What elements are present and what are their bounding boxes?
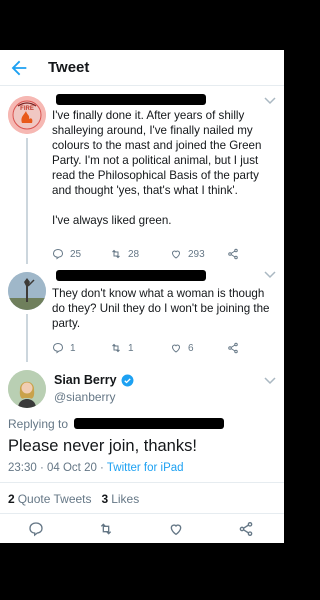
retweet-count: 28 [128, 248, 140, 260]
avatar[interactable] [8, 272, 46, 310]
display-name-text: Sian Berry [54, 373, 117, 387]
tweet-meta: 23:30 · 04 Oct 20 · Twitter for iPad [8, 462, 184, 474]
like-count: 293 [188, 248, 205, 260]
avatar-logo-text: FIRE [20, 106, 34, 112]
handle[interactable]: @sianberry [54, 390, 116, 404]
like-button[interactable]: 293 [170, 247, 205, 261]
reply-tweet[interactable]: They don't know what a woman is though d… [0, 266, 284, 362]
chevron-down-icon[interactable] [264, 376, 276, 386]
quote-label: Quote Tweets [17, 492, 92, 506]
share-button[interactable] [227, 247, 245, 261]
top-bar: Tweet [0, 50, 284, 86]
retweet-icon [112, 343, 120, 353]
quote-tweets-stat[interactable]: 2 Quote Tweets [8, 492, 92, 506]
like-count: 6 [188, 342, 194, 354]
tweet-text: I've finally done it. After years of shi… [52, 109, 262, 227]
reply-count: 1 [70, 342, 76, 354]
page-title: Tweet [48, 59, 90, 76]
retweet-count: 1 [128, 342, 134, 354]
share-icon[interactable] [238, 521, 254, 537]
chevron-down-icon[interactable] [264, 270, 276, 280]
thread-line [26, 314, 28, 362]
likes-stat[interactable]: 3 Likes [102, 492, 140, 506]
like-icon[interactable] [168, 521, 184, 537]
source-link[interactable]: Twitter for iPad [107, 462, 184, 474]
redacted-mention [74, 418, 224, 429]
redacted-username [56, 94, 206, 105]
share-icon [228, 342, 238, 354]
retweet-button[interactable]: 28 [110, 247, 139, 261]
like-button[interactable]: 6 [170, 341, 194, 355]
timestamp: 23:30 · 04 Oct 20 · [8, 462, 107, 474]
tweet-stats: 2 Quote Tweets 3 Likes [8, 492, 149, 506]
tweet-text: Please never join, thanks! [8, 437, 197, 455]
tweet-screen: Tweet FIRE I've finally done it. After y… [0, 50, 284, 543]
parent-tweet[interactable]: FIRE I've finally done it. After years o… [0, 94, 284, 264]
thread-line [26, 138, 28, 264]
retweet-icon [112, 249, 120, 259]
reply-icon [52, 248, 64, 260]
tweet-text: They don't know what a woman is though d… [52, 287, 270, 330]
replying-to-label: Replying to [8, 417, 69, 431]
like-icon [171, 344, 181, 353]
avatar[interactable]: FIRE [8, 96, 46, 134]
avatar[interactable] [8, 370, 46, 408]
reply-button[interactable]: 1 [52, 341, 76, 355]
retweet-button[interactable]: 1 [110, 341, 134, 355]
tweet-actions: 1 1 6 [52, 341, 252, 355]
tweet-actions: 25 28 293 [52, 247, 252, 261]
reply-icon [52, 342, 64, 354]
statue-photo-icon [8, 272, 46, 310]
divider [0, 482, 284, 483]
divider [0, 513, 284, 514]
display-name[interactable]: Sian Berry [54, 373, 134, 387]
reply-button[interactable]: 25 [52, 247, 81, 261]
focused-tweet-actions [0, 521, 284, 543]
reply-icon[interactable] [28, 521, 44, 537]
chevron-down-icon[interactable] [264, 96, 276, 106]
like-total: 3 [101, 492, 109, 506]
share-button[interactable] [227, 341, 245, 355]
reply-count: 25 [70, 248, 82, 260]
quote-count: 2 [8, 492, 15, 506]
retweet-icon[interactable] [98, 521, 114, 537]
like-label: Likes [111, 492, 140, 506]
share-icon [228, 248, 238, 260]
fire-logo-icon: FIRE [8, 96, 46, 134]
verified-icon [121, 374, 133, 386]
profile-photo-icon [8, 370, 46, 408]
focused-tweet: Sian Berry @sianberry Replying to Please… [0, 366, 284, 543]
like-icon [171, 250, 181, 259]
redacted-username [56, 270, 206, 281]
back-arrow-icon[interactable] [8, 57, 30, 79]
